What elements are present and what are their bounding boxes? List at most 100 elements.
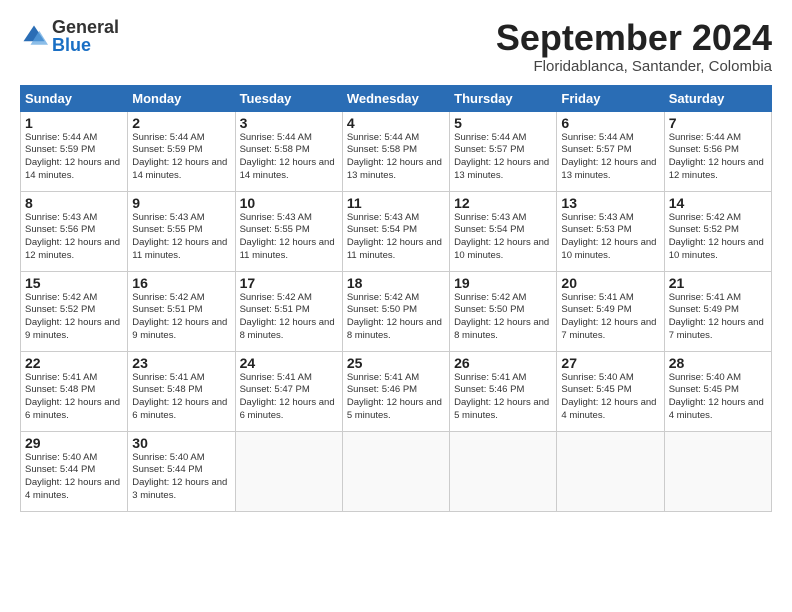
- day-number: 6: [561, 115, 659, 131]
- logo-icon: [20, 22, 48, 50]
- day-info: Sunrise: 5:40 AMSunset: 5:44 PMDaylight:…: [132, 452, 230, 503]
- table-row: 22Sunrise: 5:41 AMSunset: 5:48 PMDayligh…: [21, 351, 128, 431]
- table-row: [342, 431, 449, 511]
- day-number: 26: [454, 355, 552, 371]
- logo-general: General: [52, 18, 119, 36]
- day-number: 20: [561, 275, 659, 291]
- day-info: Sunrise: 5:43 AMSunset: 5:56 PMDaylight:…: [25, 212, 123, 263]
- logo-text: General Blue: [52, 18, 119, 54]
- day-number: 7: [669, 115, 767, 131]
- table-row: 19Sunrise: 5:42 AMSunset: 5:50 PMDayligh…: [450, 271, 557, 351]
- day-number: 11: [347, 195, 445, 211]
- day-number: 25: [347, 355, 445, 371]
- logo: General Blue: [20, 18, 119, 54]
- day-number: 12: [454, 195, 552, 211]
- day-info: Sunrise: 5:41 AMSunset: 5:46 PMDaylight:…: [454, 372, 552, 423]
- day-number: 22: [25, 355, 123, 371]
- day-info: Sunrise: 5:43 AMSunset: 5:55 PMDaylight:…: [240, 212, 338, 263]
- table-row: 29Sunrise: 5:40 AMSunset: 5:44 PMDayligh…: [21, 431, 128, 511]
- table-row: 28Sunrise: 5:40 AMSunset: 5:45 PMDayligh…: [664, 351, 771, 431]
- calendar-table: Sunday Monday Tuesday Wednesday Thursday…: [20, 85, 772, 512]
- table-row: 27Sunrise: 5:40 AMSunset: 5:45 PMDayligh…: [557, 351, 664, 431]
- table-row: 20Sunrise: 5:41 AMSunset: 5:49 PMDayligh…: [557, 271, 664, 351]
- day-number: 29: [25, 435, 123, 451]
- table-row: 25Sunrise: 5:41 AMSunset: 5:46 PMDayligh…: [342, 351, 449, 431]
- table-row: 21Sunrise: 5:41 AMSunset: 5:49 PMDayligh…: [664, 271, 771, 351]
- day-number: 2: [132, 115, 230, 131]
- table-row: 5Sunrise: 5:44 AMSunset: 5:57 PMDaylight…: [450, 111, 557, 191]
- day-info: Sunrise: 5:41 AMSunset: 5:46 PMDaylight:…: [347, 372, 445, 423]
- table-row: [235, 431, 342, 511]
- day-info: Sunrise: 5:42 AMSunset: 5:51 PMDaylight:…: [240, 292, 338, 343]
- day-info: Sunrise: 5:43 AMSunset: 5:55 PMDaylight:…: [132, 212, 230, 263]
- day-info: Sunrise: 5:42 AMSunset: 5:51 PMDaylight:…: [132, 292, 230, 343]
- col-thursday: Thursday: [450, 85, 557, 111]
- col-wednesday: Wednesday: [342, 85, 449, 111]
- day-info: Sunrise: 5:41 AMSunset: 5:48 PMDaylight:…: [132, 372, 230, 423]
- calendar-week-row: 15Sunrise: 5:42 AMSunset: 5:52 PMDayligh…: [21, 271, 772, 351]
- table-row: 16Sunrise: 5:42 AMSunset: 5:51 PMDayligh…: [128, 271, 235, 351]
- day-info: Sunrise: 5:40 AMSunset: 5:45 PMDaylight:…: [561, 372, 659, 423]
- day-number: 4: [347, 115, 445, 131]
- day-info: Sunrise: 5:44 AMSunset: 5:59 PMDaylight:…: [132, 132, 230, 183]
- title-block: September 2024 Floridablanca, Santander,…: [496, 18, 772, 75]
- day-info: Sunrise: 5:43 AMSunset: 5:54 PMDaylight:…: [347, 212, 445, 263]
- day-info: Sunrise: 5:44 AMSunset: 5:56 PMDaylight:…: [669, 132, 767, 183]
- day-number: 15: [25, 275, 123, 291]
- day-info: Sunrise: 5:41 AMSunset: 5:47 PMDaylight:…: [240, 372, 338, 423]
- col-monday: Monday: [128, 85, 235, 111]
- table-row: 17Sunrise: 5:42 AMSunset: 5:51 PMDayligh…: [235, 271, 342, 351]
- table-row: 9Sunrise: 5:43 AMSunset: 5:55 PMDaylight…: [128, 191, 235, 271]
- table-row: 6Sunrise: 5:44 AMSunset: 5:57 PMDaylight…: [557, 111, 664, 191]
- table-row: 11Sunrise: 5:43 AMSunset: 5:54 PMDayligh…: [342, 191, 449, 271]
- day-number: 3: [240, 115, 338, 131]
- day-number: 23: [132, 355, 230, 371]
- col-sunday: Sunday: [21, 85, 128, 111]
- col-friday: Friday: [557, 85, 664, 111]
- calendar-week-row: 1 Sunrise: 5:44 AMSunset: 5:59 PMDaylight…: [21, 111, 772, 191]
- table-row: 4Sunrise: 5:44 AMSunset: 5:58 PMDaylight…: [342, 111, 449, 191]
- day-info: Sunrise: 5:44 AMSunset: 5:58 PMDaylight:…: [347, 132, 445, 183]
- day-info: Sunrise: 5:41 AMSunset: 5:49 PMDaylight:…: [669, 292, 767, 343]
- calendar-header-row: Sunday Monday Tuesday Wednesday Thursday…: [21, 85, 772, 111]
- col-tuesday: Tuesday: [235, 85, 342, 111]
- day-number: 21: [669, 275, 767, 291]
- table-row: [450, 431, 557, 511]
- table-row: 7Sunrise: 5:44 AMSunset: 5:56 PMDaylight…: [664, 111, 771, 191]
- day-number: 8: [25, 195, 123, 211]
- table-row: 13Sunrise: 5:43 AMSunset: 5:53 PMDayligh…: [557, 191, 664, 271]
- day-info: Sunrise: 5:42 AMSunset: 5:52 PMDaylight:…: [25, 292, 123, 343]
- day-number: 1: [25, 115, 123, 131]
- day-number: 9: [132, 195, 230, 211]
- table-row: 18Sunrise: 5:42 AMSunset: 5:50 PMDayligh…: [342, 271, 449, 351]
- table-row: 8Sunrise: 5:43 AMSunset: 5:56 PMDaylight…: [21, 191, 128, 271]
- logo-blue: Blue: [52, 36, 119, 54]
- day-number: 19: [454, 275, 552, 291]
- day-info: Sunrise: 5:44 AMSunset: 5:57 PMDaylight:…: [454, 132, 552, 183]
- day-number: 5: [454, 115, 552, 131]
- day-info: Sunrise: 5:42 AMSunset: 5:52 PMDaylight:…: [669, 212, 767, 263]
- day-number: 10: [240, 195, 338, 211]
- table-row: [557, 431, 664, 511]
- day-number: 28: [669, 355, 767, 371]
- table-row: 10Sunrise: 5:43 AMSunset: 5:55 PMDayligh…: [235, 191, 342, 271]
- day-number: 14: [669, 195, 767, 211]
- day-number: 18: [347, 275, 445, 291]
- table-row: 12Sunrise: 5:43 AMSunset: 5:54 PMDayligh…: [450, 191, 557, 271]
- day-info: Sunrise: 5:40 AMSunset: 5:45 PMDaylight:…: [669, 372, 767, 423]
- table-row: 23Sunrise: 5:41 AMSunset: 5:48 PMDayligh…: [128, 351, 235, 431]
- day-info: Sunrise: 5:40 AMSunset: 5:44 PMDaylight:…: [25, 452, 123, 503]
- table-row: 2Sunrise: 5:44 AMSunset: 5:59 PMDaylight…: [128, 111, 235, 191]
- day-info: Sunrise: 5:41 AMSunset: 5:49 PMDaylight:…: [561, 292, 659, 343]
- table-row: 1Sunrise: 5:44 AMSunset: 5:59 PMDaylight…: [21, 111, 128, 191]
- location-subtitle: Floridablanca, Santander, Colombia: [496, 58, 772, 75]
- table-row: 15Sunrise: 5:42 AMSunset: 5:52 PMDayligh…: [21, 271, 128, 351]
- table-row: 24Sunrise: 5:41 AMSunset: 5:47 PMDayligh…: [235, 351, 342, 431]
- day-info: Sunrise: 5:44 AMSunset: 5:57 PMDaylight:…: [561, 132, 659, 183]
- day-info: Sunrise: 5:42 AMSunset: 5:50 PMDaylight:…: [347, 292, 445, 343]
- day-number: 17: [240, 275, 338, 291]
- header: General Blue September 2024 Floridablanc…: [20, 18, 772, 75]
- day-number: 16: [132, 275, 230, 291]
- day-info: Sunrise: 5:44 AMSunset: 5:58 PMDaylight:…: [240, 132, 338, 183]
- calendar-week-row: 29Sunrise: 5:40 AMSunset: 5:44 PMDayligh…: [21, 431, 772, 511]
